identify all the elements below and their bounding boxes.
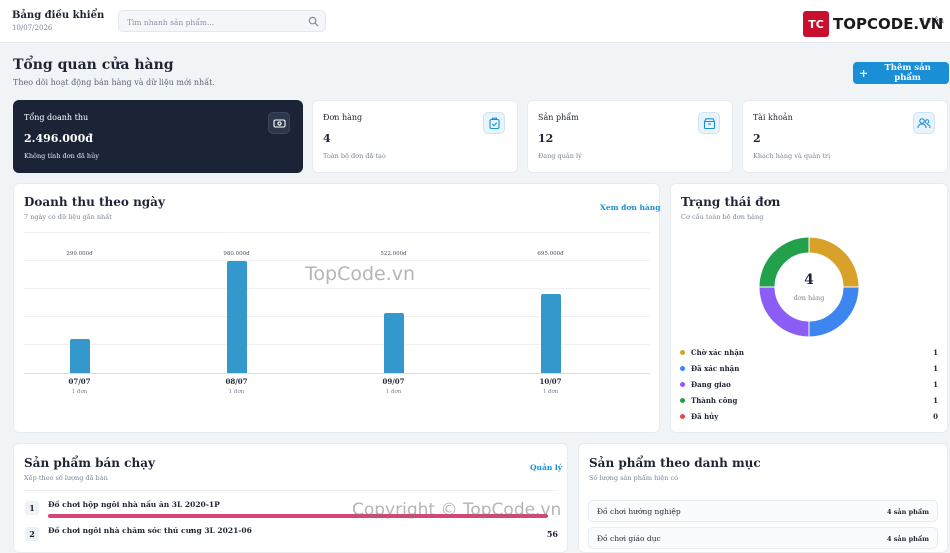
category-count: 4 sản phẩm	[886, 508, 929, 516]
header-date: 10/07/2026	[12, 24, 53, 32]
stat-value: 2.496.000đ	[24, 132, 93, 145]
x-tick-sublabel: 1 đơn	[71, 389, 88, 395]
categories-subtitle: Số lượng sản phẩm hiện có	[589, 474, 679, 482]
cash-icon	[268, 112, 290, 134]
stat-note: Không tính đơn đã hủy	[24, 152, 99, 160]
legend-dot-icon	[680, 414, 685, 419]
topcode-logo: TC TOPCODE.VN	[803, 10, 943, 38]
stat-value: 2	[753, 132, 761, 145]
legend-dot-icon	[680, 366, 685, 371]
rank-badge: 1	[25, 501, 39, 515]
add-product-label: Thêm sản phẩm	[884, 63, 931, 83]
revenue-title: Doanh thu theo ngày	[24, 195, 165, 209]
donut-total-label: đơn hàng	[793, 294, 825, 302]
search-input[interactable]	[125, 14, 309, 30]
x-tick-label: 09/07	[382, 377, 405, 386]
category-row[interactable]: Đồ chơi giáo dục 4 sản phẩm	[588, 527, 938, 549]
x-tick-label: 07/07	[68, 377, 91, 386]
legend-item: Thành công 1	[680, 396, 938, 406]
stat-label: Tổng doanh thu	[24, 113, 89, 122]
view-orders-link[interactable]: Xem đơn hàng	[600, 203, 660, 212]
x-axis	[24, 373, 650, 374]
stat-value: 12	[538, 132, 554, 145]
stat-note: Đang quản lý	[538, 152, 582, 160]
bar-value-label: 695.000đ	[537, 251, 564, 257]
grid-line	[24, 288, 650, 289]
stat-label: Tài khoản	[753, 113, 793, 122]
status-title: Trạng thái đơn	[681, 195, 781, 209]
legend-label: Đã hủy	[691, 412, 719, 421]
add-product-button[interactable]: + Thêm sản phẩm	[853, 62, 949, 84]
bar-value-label: 299.000đ	[66, 251, 93, 257]
legend-dot-icon	[680, 398, 685, 403]
grid-line	[24, 232, 650, 233]
search-box[interactable]	[118, 10, 326, 32]
x-tick-sublabel: 1 đơn	[385, 389, 402, 395]
search-icon[interactable]	[308, 16, 319, 27]
revenue-bar[interactable]	[226, 261, 247, 373]
legend-item: Đã xác nhận 1	[680, 364, 938, 374]
legend-label: Đang giao	[691, 380, 731, 389]
status-subtitle: Cơ cấu toàn bộ đơn hàng	[681, 213, 764, 221]
stat-note: Toàn bộ đơn đã tạo	[323, 152, 386, 160]
donut-total: 4	[804, 272, 814, 288]
revenue-bar[interactable]	[383, 313, 404, 373]
legend-label: Thành công	[691, 396, 738, 405]
plus-icon: +	[859, 66, 869, 80]
logo-mark: TC	[803, 11, 829, 37]
bestsellers-title: Sản phẩm bán chạy	[24, 456, 155, 470]
stat-label: Đơn hàng	[323, 113, 363, 122]
legend-count: 1	[933, 364, 938, 373]
page-subtitle: Theo dõi hoạt động bán hàng và dữ liệu m…	[13, 78, 215, 87]
x-tick-label: 08/07	[225, 377, 248, 386]
category-row[interactable]: Đồ chơi hướng nghiệp 4 sản phẩm	[588, 500, 938, 522]
x-tick-label: 10/07	[539, 377, 562, 386]
stat-label: Sản phẩm	[538, 113, 579, 122]
rank-badge: 2	[25, 527, 39, 541]
app-title: Bảng điều khiển	[12, 10, 105, 21]
category-name: Đồ chơi hướng nghiệp	[597, 507, 681, 516]
revenue-bar[interactable]	[540, 293, 561, 373]
legend-label: Đã xác nhận	[691, 364, 740, 373]
legend-item: Đã hủy 0	[680, 412, 938, 422]
legend-count: 1	[933, 396, 938, 405]
bar-value-label: 980.000đ	[223, 251, 250, 257]
divider	[24, 490, 558, 491]
stat-card-accounts[interactable]: Tài khoản 2 Khách hàng và quản trị	[742, 100, 948, 173]
x-tick-sublabel: 1 đơn	[228, 389, 245, 395]
top-bar: Bảng điều khiển 10/07/2026 ị viên TC TOP…	[0, 0, 950, 43]
stat-card-products[interactable]: Sản phẩm 12 Đang quản lý	[527, 100, 733, 173]
box-icon	[698, 112, 720, 134]
legend-dot-icon	[680, 382, 685, 387]
stat-note: Khách hàng và quản trị	[753, 152, 831, 160]
page-title: Tổng quan cửa hàng	[13, 57, 174, 73]
legend-count: 1	[933, 380, 938, 389]
stat-card-orders[interactable]: Đơn hàng 4 Toàn bộ đơn đã tạo	[312, 100, 518, 173]
x-tick-sublabel: 1 đơn	[542, 389, 559, 395]
grid-line	[24, 260, 650, 261]
bestsellers-subtitle: Xếp theo số lượng đã bán	[24, 474, 108, 482]
bestseller-name[interactable]: Đồ chơi hộp ngôi nhà nấu ăn 3L 2020-1P	[48, 500, 220, 509]
bestseller-name[interactable]: Đồ chơi ngôi nhà chăm sóc thú cưng 3L 20…	[48, 526, 252, 535]
revenue-bar[interactable]	[69, 338, 90, 373]
category-count: 4 sản phẩm	[886, 535, 929, 543]
category-name: Đồ chơi giáo dục	[597, 534, 661, 543]
bar-value-label: 522.000đ	[380, 251, 407, 257]
legend-label: Chờ xác nhận	[691, 348, 744, 357]
categories-title: Sản phẩm theo danh mục	[589, 456, 761, 470]
users-icon	[913, 112, 935, 134]
legend-count: 1	[933, 348, 938, 357]
legend-count: 0	[933, 412, 938, 421]
legend-item: Chờ xác nhận 1	[680, 348, 938, 358]
revenue-subtitle: 7 ngày có dữ liệu gần nhất	[24, 213, 112, 221]
stat-value: 4	[323, 132, 331, 145]
manage-link[interactable]: Quản lý	[530, 463, 562, 472]
legend-dot-icon	[680, 350, 685, 355]
order-check-icon	[483, 112, 505, 134]
bestseller-progress-bar	[48, 514, 548, 518]
legend-item: Đang giao 1	[680, 380, 938, 390]
logo-text: TOPCODE.VN	[833, 15, 944, 33]
stat-card-revenue[interactable]: Tổng doanh thu 2.496.000đ Không tính đơn…	[13, 100, 303, 173]
